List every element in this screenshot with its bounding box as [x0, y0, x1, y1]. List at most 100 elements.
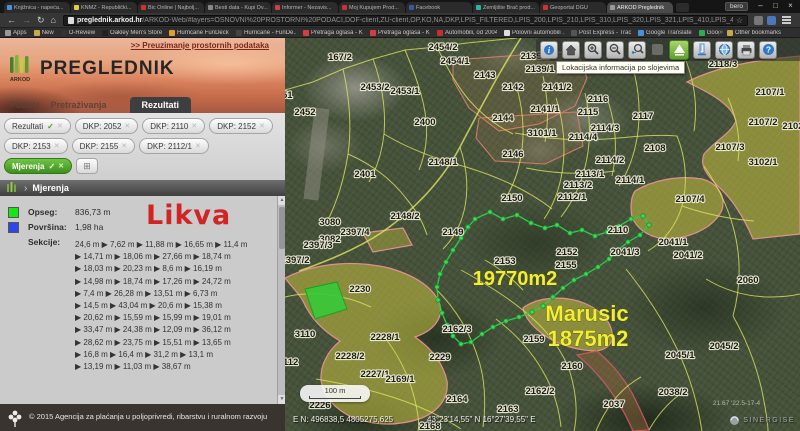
- bookmark-item[interactable]: Pretraga oglasa - Ko...: [370, 30, 430, 36]
- measure-area-button[interactable]: [669, 40, 689, 60]
- previous-extent-button[interactable]: [628, 41, 646, 59]
- scroll-down-icon[interactable]: [278, 395, 285, 404]
- bookmarks-overflow-icon[interactable]: [719, 29, 723, 36]
- bookmark-item[interactable]: Polovni automobili ...: [504, 30, 564, 36]
- browser-tab[interactable]: ARKOD Preglednik: [607, 2, 673, 13]
- close-icon[interactable]: ✕: [124, 122, 130, 130]
- window-controls: bero: [725, 1, 798, 11]
- parcel-label: 2169/1: [385, 374, 415, 385]
- section-measurement: ▶ 14,98 m ▶ 18,74 m ▶ 17,26 m ▶ 24,72 m: [75, 276, 270, 288]
- browser-tab[interactable]: Besti data - Kupi Dv...: [205, 2, 271, 13]
- reload-icon[interactable]: [37, 14, 45, 27]
- bookmark-item[interactable]: Hurricane FunDeck ...: [169, 30, 229, 36]
- browser-tab[interactable]: KNMZ - Republički...: [71, 2, 137, 13]
- measure-length-button[interactable]: [693, 41, 711, 59]
- sidebar-scrollbar[interactable]: [277, 196, 285, 404]
- new-tab-button[interactable]: [676, 3, 689, 12]
- parcel-label: 2454/1: [440, 56, 470, 67]
- bookmark-star-icon[interactable]: [736, 16, 743, 25]
- close-icon[interactable]: ✕: [57, 122, 63, 130]
- chip-label: DKP: 2110: [150, 122, 188, 131]
- browser-tab[interactable]: Knjižnica - napeća...: [4, 2, 70, 13]
- measurement-vertex: [596, 265, 600, 269]
- browser-tab[interactable]: Zemljište Brač prod...: [473, 2, 539, 13]
- tab-favicon: [208, 5, 213, 10]
- parcel-label: 2038/2: [658, 387, 687, 398]
- url-bar[interactable]: preglednik.arkod.hr /ARKOD-Web/#layers=O…: [63, 15, 748, 26]
- browser-tab[interactable]: Facebook: [406, 2, 472, 13]
- parcel-label: 2110: [608, 225, 629, 236]
- url-host: preglednik.arkod.hr: [77, 17, 142, 24]
- result-chip[interactable]: DKP: 2112/1✕: [139, 138, 209, 154]
- zoom-out-button[interactable]: [606, 41, 624, 59]
- minimize-icon[interactable]: [753, 1, 768, 11]
- close-icon[interactable]: [783, 1, 798, 11]
- folder-icon: [34, 30, 40, 36]
- bookmark-item[interactable]: Oakley Men's Store: [102, 30, 162, 36]
- maximize-icon[interactable]: [768, 1, 783, 11]
- extension-icon[interactable]: [754, 16, 763, 25]
- browser-tab[interactable]: Geoportal DGU: [540, 2, 606, 13]
- sidebar-tab-pretraživanja[interactable]: Pretraživanja: [49, 97, 116, 113]
- bookmark-favicon: [504, 30, 510, 36]
- result-chip[interactable]: Mjerenja✓✕: [4, 158, 72, 174]
- zoom-in-button[interactable]: [584, 41, 602, 59]
- close-icon[interactable]: ✕: [54, 142, 60, 150]
- browser-tab[interactable]: Moj Kupujem Prod...: [339, 2, 405, 13]
- menu-icon[interactable]: [782, 16, 791, 18]
- close-icon[interactable]: ✕: [195, 142, 201, 150]
- close-icon[interactable]: ✕: [191, 122, 197, 130]
- section-measurement: ▶ 14,71 m ▶ 18,06 m ▶ 27,66 m ▶ 18,74 m: [75, 251, 270, 263]
- map-canvas[interactable]: 167/22454/22454/1214321422139/22139/1214…: [285, 38, 800, 431]
- help-button[interactable]: ?: [759, 41, 777, 59]
- result-chip[interactable]: DKP: 2152✕: [209, 118, 273, 134]
- back-icon[interactable]: [7, 14, 16, 27]
- measurement-vertex: [647, 223, 651, 227]
- app-brand: ARKOD PREGLEDNIK: [8, 55, 175, 83]
- initial-extent-button[interactable]: [562, 41, 580, 59]
- close-icon[interactable]: ✕: [121, 142, 127, 150]
- bookmark-item[interactable]: Post Express - Track ...: [571, 30, 631, 36]
- forward-icon[interactable]: [22, 14, 31, 27]
- bookmark-item[interactable]: Hurricane - FunDe...: [236, 30, 296, 36]
- result-chip[interactable]: DKP: 2110✕: [142, 118, 205, 134]
- home-icon[interactable]: [51, 14, 56, 27]
- location-info-button[interactable]: i: [540, 41, 558, 59]
- sidebar-tab-rezultati[interactable]: Rezultati: [130, 97, 192, 113]
- overview-button[interactable]: [715, 41, 733, 59]
- measurement-vertex: [491, 325, 495, 329]
- bookmark-item[interactable]: O-Review: [61, 30, 95, 36]
- sidebar-tab-podaci[interactable]: Podaci: [8, 97, 49, 113]
- download-data-link[interactable]: >> Preuzimanje prostornih podataka: [131, 41, 269, 50]
- measurement-vertex: [584, 272, 588, 276]
- other-bookmarks[interactable]: Other bookmarks: [727, 30, 788, 36]
- extension-icon[interactable]: [767, 16, 776, 25]
- measurement-vertex: [638, 233, 642, 237]
- browser-tab[interactable]: Informer - Nezavis...: [272, 2, 338, 13]
- bookmark-item[interactable]: Other bookmarks: [727, 30, 781, 36]
- measurement-vertex: [504, 319, 508, 323]
- bookmark-item[interactable]: Automobili, od 2004...: [437, 30, 497, 36]
- parcel-label: 2102: [782, 121, 800, 132]
- panel-header[interactable]: › Mjerenja: [0, 180, 285, 196]
- print-button[interactable]: [737, 41, 755, 59]
- result-chip[interactable]: DKP: 2052✕: [75, 118, 139, 134]
- profile-button[interactable]: bero: [725, 2, 748, 11]
- legend-chip[interactable]: ⊞: [76, 158, 98, 174]
- scroll-up-icon[interactable]: [278, 196, 285, 205]
- result-chip[interactable]: DKP: 2155✕: [72, 138, 136, 154]
- result-chip[interactable]: DKP: 2153✕: [4, 138, 68, 154]
- parcel-label: 2160: [561, 361, 582, 372]
- bookmark-item[interactable]: New: [34, 30, 54, 36]
- arkod-mini-logo: [6, 182, 19, 194]
- bookmark-item[interactable]: Pretraga oglasa - Ku...: [303, 30, 363, 36]
- bookmark-label: Other bookmarks: [735, 30, 781, 36]
- parcel-label: 2452: [294, 107, 315, 118]
- result-chip[interactable]: Rezultati✓✕: [4, 118, 71, 134]
- bookmark-item[interactable]: Google Maps: [699, 30, 719, 36]
- browser-tab[interactable]: Bic Online | Najbolj...: [138, 2, 204, 13]
- bookmark-item[interactable]: Apps: [5, 30, 27, 36]
- close-icon[interactable]: ✕: [259, 122, 265, 130]
- close-icon[interactable]: ✕: [58, 162, 64, 170]
- bookmark-item[interactable]: Google Translate: [638, 30, 692, 36]
